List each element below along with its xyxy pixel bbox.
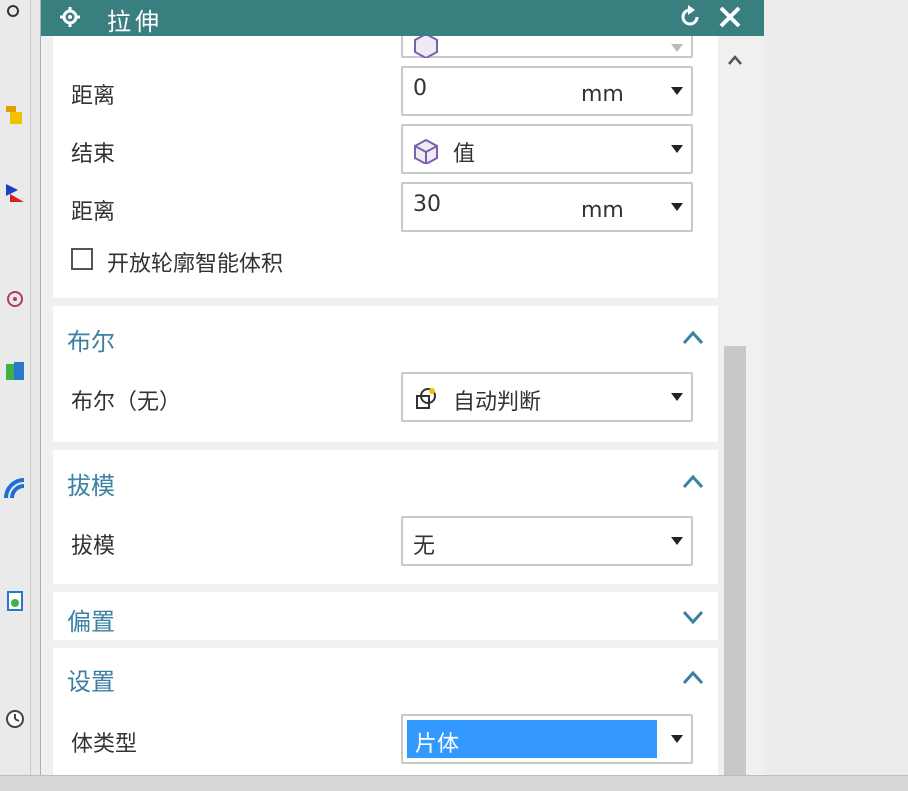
dialog-title: 拉伸 <box>107 8 163 36</box>
chevron-down-icon[interactable] <box>671 537 683 545</box>
bottom-bar <box>0 775 908 791</box>
boolean-dropdown[interactable]: 自动判断 <box>401 372 693 422</box>
draft-value: 无 <box>413 534 436 559</box>
settings-section-title[interactable]: 设置 <box>67 662 115 697</box>
clock-icon[interactable] <box>4 708 26 730</box>
boolean-section-title[interactable]: 布尔 <box>67 322 115 357</box>
draft-section-title[interactable]: 拔模 <box>67 466 115 501</box>
chevron-up-icon[interactable] <box>681 668 705 686</box>
close-icon[interactable] <box>717 4 743 30</box>
body-type-dropdown[interactable]: 片体 <box>401 714 693 764</box>
chevron-down-icon[interactable] <box>671 87 683 95</box>
chevron-down-icon <box>671 44 683 52</box>
open-profile-label: 开放轮廓智能体积 <box>107 252 284 277</box>
end-distance-value[interactable]: 30 <box>413 192 441 217</box>
chevron-down-icon[interactable] <box>671 393 683 401</box>
draft-panel: 拔模 拔模 无 <box>53 450 718 584</box>
value-cube-icon <box>414 138 438 164</box>
offset-panel: 偏置 <box>53 592 718 640</box>
selection-highlight: 片体 <box>407 720 657 758</box>
mirror-icon[interactable] <box>4 182 26 204</box>
draft-dropdown[interactable]: 无 <box>401 516 693 566</box>
settings-panel: 设置 体类型 片体 <box>53 648 718 775</box>
auto-infer-icon <box>416 388 436 409</box>
dialog-content: 距离 0 mm 结束 值 距离 30 mm 开放轮廓智能体积 布尔 布尔（无） … <box>53 36 718 775</box>
left-toolbar <box>0 0 31 775</box>
limits-panel: 距离 0 mm 结束 值 距离 30 mm 开放轮廓智能体积 <box>53 36 718 298</box>
chevron-down-icon[interactable] <box>671 735 683 743</box>
start-distance-unit: mm <box>581 82 624 107</box>
value-cube-icon <box>414 36 438 58</box>
chevron-down-icon[interactable] <box>681 608 705 626</box>
start-distance-field[interactable]: 0 mm <box>401 66 693 116</box>
end-distance-unit: mm <box>581 198 624 223</box>
partial-dropdown[interactable] <box>401 36 693 58</box>
boolean-value: 自动判断 <box>453 390 542 415</box>
offset-section-title[interactable]: 偏置 <box>67 602 115 637</box>
extrude-dialog: 拉伸 距离 0 mm 结束 值 距离 30 mm 开放轮廓智能体积 布尔 布尔（… <box>40 0 764 775</box>
vertical-scrollbar[interactable] <box>721 36 748 775</box>
end-distance-field[interactable]: 30 mm <box>401 182 693 232</box>
chevron-down-icon[interactable] <box>671 203 683 211</box>
end-label: 结束 <box>71 142 116 167</box>
chevron-down-icon[interactable] <box>671 145 683 153</box>
gear-icon <box>60 7 80 27</box>
end-dropdown[interactable]: 值 <box>401 124 693 174</box>
dialog-titlebar[interactable]: 拉伸 <box>41 0 764 36</box>
reset-icon[interactable] <box>677 4 703 30</box>
background-area <box>763 0 908 775</box>
document-icon[interactable] <box>4 590 26 612</box>
target-icon[interactable] <box>4 288 26 310</box>
draft-row-label: 拔模 <box>71 534 116 559</box>
end-distance-label: 距离 <box>71 200 116 225</box>
boolean-row-label: 布尔（无） <box>71 390 182 415</box>
body-type-value: 片体 <box>415 732 460 757</box>
scroll-thumb[interactable] <box>724 346 746 775</box>
end-value: 值 <box>453 142 476 167</box>
boolean-panel: 布尔 布尔（无） 自动判断 <box>53 306 718 442</box>
settings-icon[interactable] <box>4 2 26 24</box>
scroll-up-icon[interactable] <box>727 54 743 66</box>
open-profile-checkbox[interactable] <box>71 248 93 270</box>
signal-icon[interactable] <box>4 478 26 500</box>
app-window: 拉伸 距离 0 mm 结束 值 距离 30 mm 开放轮廓智能体积 布尔 布尔（… <box>0 0 908 791</box>
book-icon[interactable] <box>4 360 26 382</box>
chevron-up-icon[interactable] <box>681 328 705 346</box>
chevron-up-icon[interactable] <box>681 472 705 490</box>
body-type-label: 体类型 <box>71 732 138 757</box>
start-distance-label: 距离 <box>71 84 116 109</box>
feature-icon[interactable] <box>4 104 26 126</box>
start-distance-value[interactable]: 0 <box>413 76 427 101</box>
